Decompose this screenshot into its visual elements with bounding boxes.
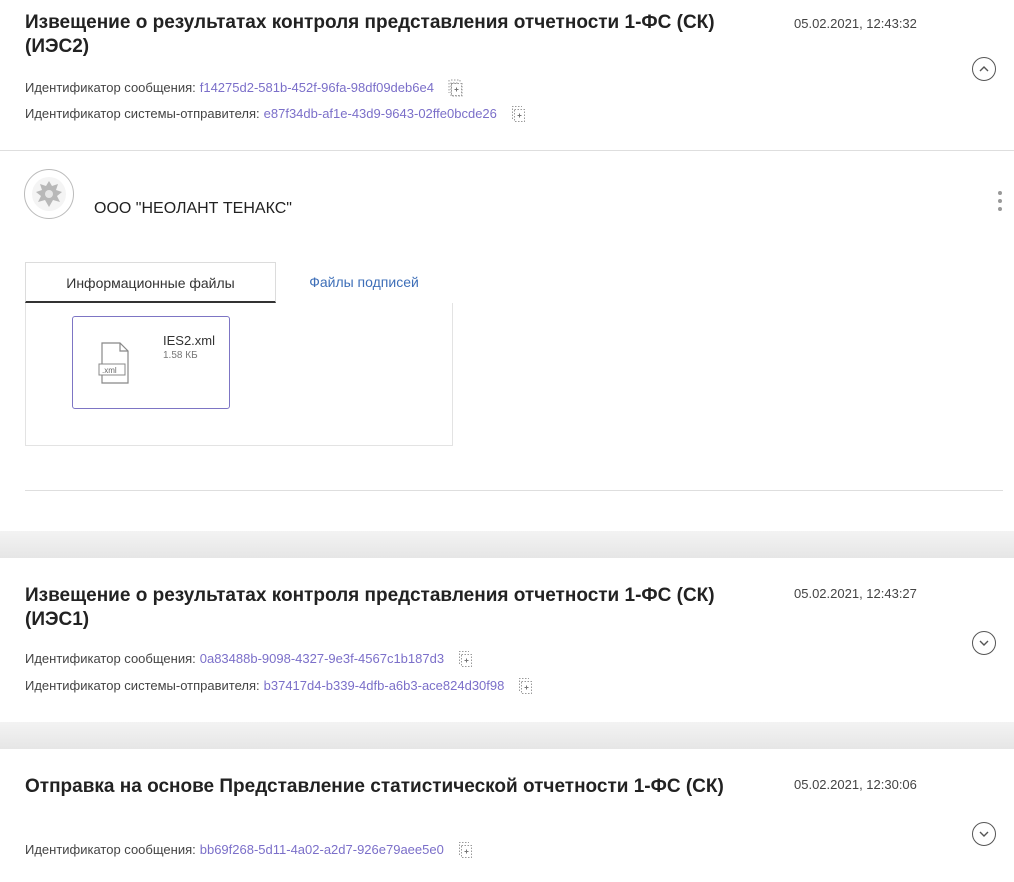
message-id-label: Идентификатор сообщения: xyxy=(25,651,196,666)
tab-information-files[interactable]: Информационные файлы xyxy=(25,262,276,303)
message-id-label: Идентификатор сообщения: xyxy=(25,80,196,95)
files-panel: .xml IES2.xml 1.58 КБ xyxy=(25,303,453,446)
file-size: 1.58 КБ xyxy=(163,350,198,361)
sender-id-label: Идентификатор системы-отправителя: xyxy=(25,678,260,693)
emblem-icon xyxy=(24,169,74,219)
message-list: Извещение о результатах контроля предста… xyxy=(0,0,1014,882)
organization-name: ООО "НЕОЛАНТ ТЕНАКС" xyxy=(94,200,292,217)
divider xyxy=(25,490,1003,491)
chevron-down-icon xyxy=(979,640,989,646)
expand-toggle-button[interactable] xyxy=(972,822,996,846)
section-separator xyxy=(0,722,1014,749)
copy-icon[interactable] xyxy=(518,677,533,695)
message-id-row: Идентификатор сообщения: bb69f268-5d11-4… xyxy=(25,841,473,859)
message-title: Извещение о результатах контроля предста… xyxy=(25,12,715,57)
message-id-value[interactable]: 0a83488b-9098-4327-9e3f-4567c1b187d3 xyxy=(200,651,444,667)
more-vertical-icon[interactable] xyxy=(996,191,1004,219)
sender-id-row: Идентификатор системы-отправителя: e87f3… xyxy=(25,105,526,123)
expand-toggle-button[interactable] xyxy=(972,631,996,655)
sender-id-value[interactable]: b37417d4-b339-4dfb-a6b3-ace824d30f98 xyxy=(264,678,505,694)
copy-icon[interactable] xyxy=(511,105,526,123)
message-date: 05.02.2021, 12:43:27 xyxy=(794,586,917,601)
message-id-value[interactable]: f14275d2-581b-452f-96fa-98df09deb6e4 xyxy=(200,80,434,96)
section-separator xyxy=(0,531,1014,558)
divider xyxy=(0,150,1014,151)
message-card: Отправка на основе Представление статист… xyxy=(0,749,1014,882)
message-card: Извещение о результатах контроля предста… xyxy=(0,0,1014,531)
file-extension-label: .xml xyxy=(102,366,117,375)
copy-icon[interactable] xyxy=(458,841,473,859)
message-id-value[interactable]: bb69f268-5d11-4a02-a2d7-926e79aee5e0 xyxy=(200,842,444,858)
tab-signature-files[interactable]: Файлы подписей xyxy=(276,262,452,303)
sender-id-label: Идентификатор системы-отправителя: xyxy=(25,106,260,121)
message-date: 05.02.2021, 12:30:06 xyxy=(794,777,917,792)
copy-icon[interactable] xyxy=(458,650,473,668)
message-date: 05.02.2021, 12:43:32 xyxy=(794,16,917,31)
message-id-label: Идентификатор сообщения: xyxy=(25,842,196,857)
sender-id-value[interactable]: e87f34db-af1e-43d9-9643-02ffe0bcde26 xyxy=(264,106,497,122)
message-title: Извещение о результатах контроля предста… xyxy=(25,585,715,630)
message-id-row: Идентификатор сообщения: f14275d2-581b-4… xyxy=(25,79,463,97)
file-name: IES2.xml xyxy=(163,333,216,348)
chevron-down-icon xyxy=(979,831,989,837)
message-title: Отправка на основе Представление статист… xyxy=(25,776,724,797)
xml-file-icon xyxy=(98,342,129,384)
copy-icon[interactable] xyxy=(448,79,463,97)
message-id-row: Идентификатор сообщения: 0a83488b-9098-4… xyxy=(25,650,473,668)
collapse-toggle-button[interactable] xyxy=(972,57,996,81)
message-card: Извещение о результатах контроля предста… xyxy=(0,558,1014,722)
chevron-up-icon xyxy=(979,66,989,72)
sender-id-row: Идентификатор системы-отправителя: b3741… xyxy=(25,677,533,695)
file-card[interactable]: .xml IES2.xml 1.58 КБ xyxy=(72,316,230,409)
